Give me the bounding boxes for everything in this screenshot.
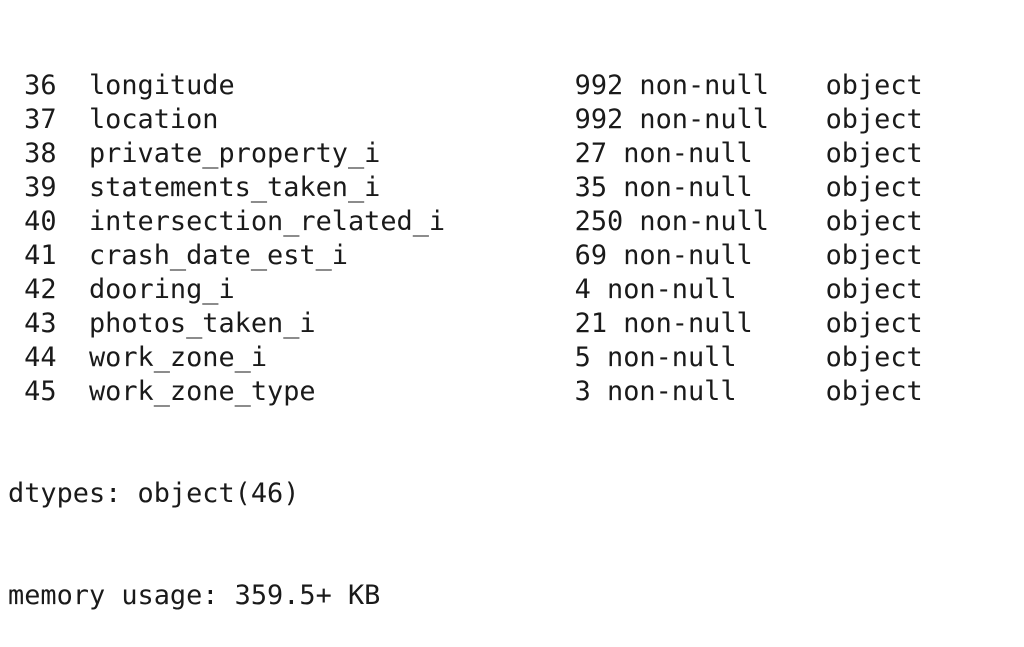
column-name: photos_taken_i [88,308,316,339]
row-index: 38 [24,138,57,169]
non-null-count: 5 non-null [574,342,737,373]
dtype: object [825,308,923,339]
dtype: object [825,342,923,373]
column-name: private_property_i [88,138,381,169]
row-index: 36 [24,70,57,101]
column-name: intersection_related_i [88,206,446,237]
memory-usage: memory usage: 359.5+ KB [8,580,381,611]
column-name: work_zone_type [88,376,316,407]
table-row: 38 private_property_i 27 non-null object [8,137,1024,171]
row-index: 39 [24,172,57,203]
row-index: 42 [24,274,57,305]
non-null-count: 992 non-null [574,104,769,135]
non-null-count: 4 non-null [574,274,737,305]
row-index: 40 [24,206,57,237]
dtype: object [825,70,923,101]
column-name: crash_date_est_i [88,240,348,271]
column-name: location [88,104,219,135]
row-index: 41 [24,240,57,271]
non-null-count: 35 non-null [574,172,753,203]
table-row: 42 dooring_i 4 non-null object [8,273,1024,307]
non-null-count: 250 non-null [574,206,769,237]
row-index: 43 [24,308,57,339]
non-null-count: 69 non-null [574,240,753,271]
dtype: object [825,138,923,169]
dtype: object [825,172,923,203]
table-row: 44 work_zone_i 5 non-null object [8,341,1024,375]
dtypes-summary: dtypes: object(46) [8,478,300,509]
table-row: 37 location 992 non-null object [8,103,1024,137]
row-index: 37 [24,104,57,135]
table-row: 36 longitude 992 non-null object [8,69,1024,103]
column-name: longitude [88,70,235,101]
dtype: object [825,376,923,407]
table-row: 45 work_zone_type 3 non-null object [8,375,1024,409]
table-row: 41 crash_date_est_i 69 non-null object [8,239,1024,273]
column-name: statements_taken_i [88,172,381,203]
non-null-count: 27 non-null [574,138,753,169]
table-row: 43 photos_taken_i 21 non-null object [8,307,1024,341]
dtype: object [825,274,923,305]
dataframe-info-output: 36 longitude 992 non-null object 37 location 9… [0,0,1024,647]
non-null-count: 21 non-null [574,308,753,339]
dtype: object [825,206,923,237]
row-index: 44 [24,342,57,373]
table-row: 40 intersection_related_i 250 non-null obje… [8,205,1024,239]
column-name: dooring_i [88,274,235,305]
column-info-table: 36 longitude 992 non-null object 37 location 9… [8,69,1024,409]
dtype: object [825,104,923,135]
dtype: object [825,240,923,271]
non-null-count: 3 non-null [574,376,737,407]
column-name: work_zone_i [88,342,268,373]
row-index: 45 [24,376,57,407]
table-row: 39 statements_taken_i 35 non-null object [8,171,1024,205]
non-null-count: 992 non-null [574,70,769,101]
